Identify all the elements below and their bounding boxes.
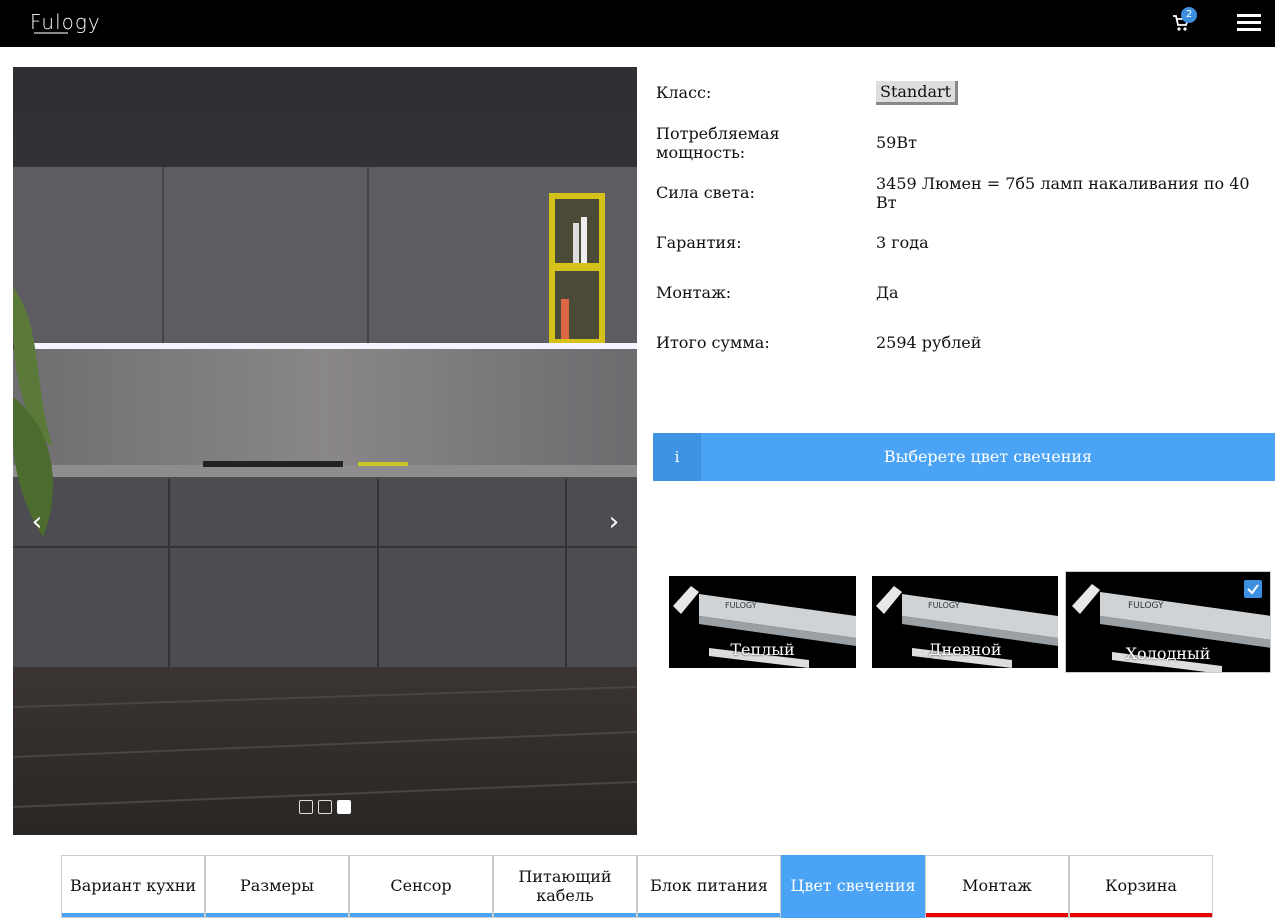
slider-dot-1[interactable] [299,800,313,814]
tab-power-supply-label: Блок питания [650,876,768,895]
fulogy-logo[interactable]: Fulogy [30,9,100,37]
color-option-warm-label: Теплый [730,640,795,659]
tab-power-cable[interactable]: Питающий кабель [493,855,637,918]
logo-underline [34,32,68,34]
total-label: Итого сумма: [656,333,770,352]
warranty-value: 3 года [876,233,929,252]
tab-installation[interactable]: Монтаж [925,855,1069,918]
svg-text:FULOGY: FULOGY [725,601,757,610]
install-value: Да [876,283,899,302]
tab-progress-bar [494,913,636,917]
tab-installation-label: Монтаж [962,876,1032,895]
svg-text:FULOGY: FULOGY [928,601,960,610]
light-label: Сила света: [656,183,755,202]
slider-dot-2[interactable] [318,800,332,814]
tab-cart[interactable]: Корзина [1069,855,1213,918]
info-icon[interactable]: i [653,433,701,481]
svg-text:FULOGY: FULOGY [1128,601,1164,611]
power-value: 59Вт [876,133,917,152]
slider-next-arrow[interactable]: › [602,507,626,537]
color-option-daylight[interactable]: FULOGY Дневной [872,576,1058,668]
tab-progress-bar [782,913,924,917]
tab-light-color[interactable]: Цвет свечения [781,855,925,918]
checkmark-icon [1244,580,1262,598]
tab-progress-bar [62,913,204,917]
kitchen-photo [13,67,637,835]
tab-cart-label: Корзина [1105,876,1177,895]
light-value: 3459 Люмен = 7б5 ламп накаливания по 40 … [876,174,1250,212]
step-tabs: Вариант кухни Размеры Сенсор Питающий ка… [61,855,1213,918]
top-bar: Fulogy 2 [0,0,1275,47]
tab-progress-bar [206,913,348,917]
tab-sizes[interactable]: Размеры [205,855,349,918]
choose-color-bar[interactable]: i Выберете цвет свечения [653,433,1275,481]
tab-kitchen-variant[interactable]: Вариант кухни [61,855,205,918]
product-image-slider[interactable]: ‹ › [13,67,637,835]
tab-power-cable-label: Питающий кабель [518,866,612,905]
class-badge[interactable]: Standart [876,81,959,105]
tab-sensor-label: Сенсор [390,876,452,895]
class-label: Класс: [656,83,712,102]
hamburger-menu-icon[interactable] [1237,14,1261,32]
choose-color-text: Выберете цвет свечения [883,447,1093,466]
tab-sizes-label: Размеры [240,876,314,895]
tab-progress-bar [638,913,780,917]
install-label: Монтаж: [656,283,732,302]
tab-power-supply[interactable]: Блок питания [637,855,781,918]
total-value: 2594 рублей [876,333,982,352]
color-option-warm[interactable]: FULOGY Теплый [669,576,856,668]
slider-prev-arrow[interactable]: ‹ [25,507,49,537]
power-label: Потребляемая мощность: [656,124,780,162]
slider-dot-3[interactable] [337,800,351,814]
color-option-daylight-label: Дневной [928,640,1002,659]
tab-progress-bar [350,913,492,917]
tab-kitchen-variant-label: Вариант кухни [69,876,197,895]
cart-count-badge: 2 [1181,7,1197,23]
tab-progress-bar [1070,913,1212,917]
color-option-cold-label: Холодный [1125,644,1211,663]
color-option-cold[interactable]: FULOGY Холодный [1065,571,1271,673]
tab-sensor[interactable]: Сенсор [349,855,493,918]
tab-light-color-label: Цвет свечения [790,876,916,895]
tab-progress-bar [926,913,1068,917]
warranty-label: Гарантия: [656,233,742,252]
